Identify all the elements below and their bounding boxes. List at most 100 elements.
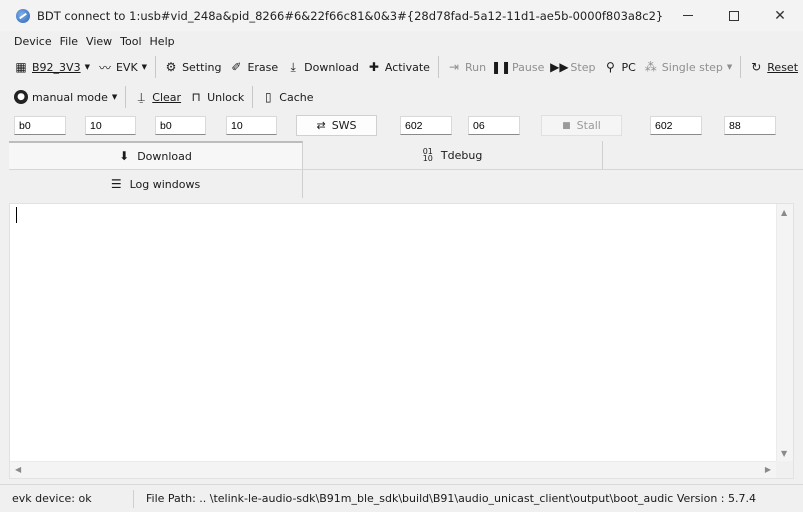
reset-button[interactable]: ↻ Reset	[745, 56, 802, 78]
menu-tool[interactable]: Tool	[116, 35, 145, 48]
menu-device[interactable]: Device	[10, 35, 56, 48]
chevron-down-icon: ▼	[111, 93, 118, 101]
horizontal-scrollbar[interactable]: ◀ ▶	[10, 461, 776, 478]
register-row: ⇄ SWS ■ Stall	[0, 113, 803, 139]
field-2[interactable]	[85, 116, 136, 135]
toolbar-separator	[252, 86, 254, 108]
chip-select[interactable]: ▦ B92_3V3 ▼	[10, 56, 94, 78]
tab-log-windows-label: Log windows	[129, 177, 201, 191]
file-path-status: File Path: .. \telink-le-audio-sdk\B91m_…	[146, 491, 756, 505]
run-button[interactable]: ⇥ Run	[443, 56, 490, 78]
window-controls: ✕	[665, 0, 803, 31]
clear-label: Clear	[152, 90, 182, 104]
tab-log-windows[interactable]: ☰ Log windows	[9, 170, 303, 198]
mode-icon: ●	[14, 90, 28, 104]
menu-help[interactable]: Help	[146, 35, 179, 48]
field-3[interactable]	[155, 116, 206, 135]
device-status: evk device: ok	[0, 489, 134, 508]
tab-tdebug[interactable]: 01 10 Tdebug	[303, 141, 603, 169]
single-step-button[interactable]: ⁂ Single step ▼	[640, 56, 737, 78]
stall-label: Stall	[576, 119, 601, 132]
search-icon: ⚲	[606, 60, 615, 74]
field-7[interactable]	[650, 116, 702, 135]
mode-select[interactable]: ● manual mode ▼	[10, 86, 121, 108]
scroll-left-icon[interactable]: ◀	[15, 465, 21, 474]
board-select[interactable]: 〰 EVK ▼	[94, 56, 151, 78]
gear-icon: ⚙	[165, 60, 177, 74]
minimize-button[interactable]	[665, 0, 711, 31]
board-label: EVK	[115, 60, 138, 74]
close-button[interactable]: ✕	[757, 0, 803, 31]
pc-button[interactable]: ⚲ PC	[599, 56, 639, 78]
document-icon: ▯	[264, 90, 272, 104]
tab-strip: ⬇ Download 01 10 Tdebug ☰ Log windows	[9, 141, 803, 199]
sws-label: SWS	[331, 119, 357, 132]
title-bar: BDT connect to 1:usb#vid_248a&pid_8266#6…	[0, 0, 803, 31]
setting-label: Setting	[182, 60, 222, 74]
stall-button[interactable]: ■ Stall	[541, 115, 622, 136]
wand-icon: ⁂	[644, 60, 657, 74]
cache-button[interactable]: ▯ Cache	[257, 86, 317, 108]
chevron-down-icon: ▼	[726, 63, 733, 71]
run-icon: ⇥	[448, 60, 459, 74]
run-label: Run	[464, 60, 487, 74]
field-6[interactable]	[468, 116, 520, 135]
cache-label: Cache	[279, 90, 314, 104]
binary-icon: 01 10	[422, 147, 433, 163]
list-icon: ☰	[110, 177, 122, 191]
log-text-area[interactable]: ▲ ▼ ◀ ▶	[9, 203, 794, 479]
pause-button[interactable]: ❚❚ Pause	[490, 56, 548, 78]
erase-button[interactable]: ✐ Erase	[225, 56, 282, 78]
reset-label: Reset	[767, 60, 799, 74]
vertical-scrollbar[interactable]: ▲ ▼	[776, 204, 793, 462]
window-title: BDT connect to 1:usb#vid_248a&pid_8266#6…	[37, 8, 664, 23]
maximize-button[interactable]	[711, 0, 757, 31]
tab-download[interactable]: ⬇ Download	[9, 141, 303, 169]
app-icon	[16, 8, 30, 23]
chip-icon: ▦	[15, 60, 27, 74]
erase-label: Erase	[247, 60, 279, 74]
minimize-icon	[683, 15, 693, 16]
eraser-icon: ✐	[231, 60, 242, 74]
activate-button[interactable]: ✚ Activate	[363, 56, 434, 78]
stop-icon: ■	[562, 120, 571, 131]
step-button[interactable]: ▶▶ Step	[548, 56, 599, 78]
download-icon: ⤓	[290, 59, 296, 74]
chevron-down-icon: ▼	[84, 63, 90, 71]
mode-label: manual mode	[32, 90, 108, 104]
scroll-corner	[776, 461, 793, 478]
menu-view[interactable]: View	[82, 35, 116, 48]
maximize-icon	[729, 10, 739, 21]
field-1[interactable]	[14, 116, 66, 135]
toolbar-separator	[155, 56, 157, 78]
step-icon: ▶▶	[550, 60, 569, 74]
field-5[interactable]	[400, 116, 452, 135]
tab-tdebug-label: Tdebug	[440, 148, 483, 162]
scroll-up-icon[interactable]: ▲	[781, 208, 787, 217]
signal-icon: 〰	[98, 60, 111, 75]
field-4[interactable]	[226, 116, 277, 135]
scroll-right-icon[interactable]: ▶	[765, 465, 771, 474]
download-label: Download	[304, 60, 359, 74]
pause-label: Pause	[512, 60, 545, 74]
status-bar: evk device: ok File Path: .. \telink-le-…	[0, 484, 803, 512]
refresh-icon: ⇄	[316, 119, 326, 132]
step-label: Step	[570, 60, 596, 74]
field-8[interactable]	[724, 116, 776, 135]
close-icon: ✕	[774, 7, 786, 24]
unlock-button[interactable]: ⊓ Unlock	[185, 86, 248, 108]
chevron-down-icon: ▼	[141, 63, 148, 71]
scroll-down-icon[interactable]: ▼	[781, 449, 787, 458]
secondary-toolbar: ● manual mode ▼ ⍊ Clear ⊓ Unlock ▯ Cache	[0, 84, 803, 110]
tab-download-label: Download	[137, 149, 192, 163]
plus-icon: ✚	[368, 60, 379, 74]
toolbar-separator	[125, 86, 127, 108]
download-button[interactable]: ⤓ Download	[282, 56, 363, 78]
main-toolbar: ▦ B92_3V3 ▼ 〰 EVK ▼ ⚙ Setting ✐ Erase ⤓ …	[0, 54, 803, 80]
toolbar-separator	[740, 56, 742, 78]
menu-file[interactable]: File	[56, 35, 82, 48]
sws-button[interactable]: ⇄ SWS	[296, 115, 377, 136]
setting-button[interactable]: ⚙ Setting	[160, 56, 225, 78]
clear-button[interactable]: ⍊ Clear	[130, 86, 185, 108]
reset-icon: ↻	[751, 60, 762, 74]
